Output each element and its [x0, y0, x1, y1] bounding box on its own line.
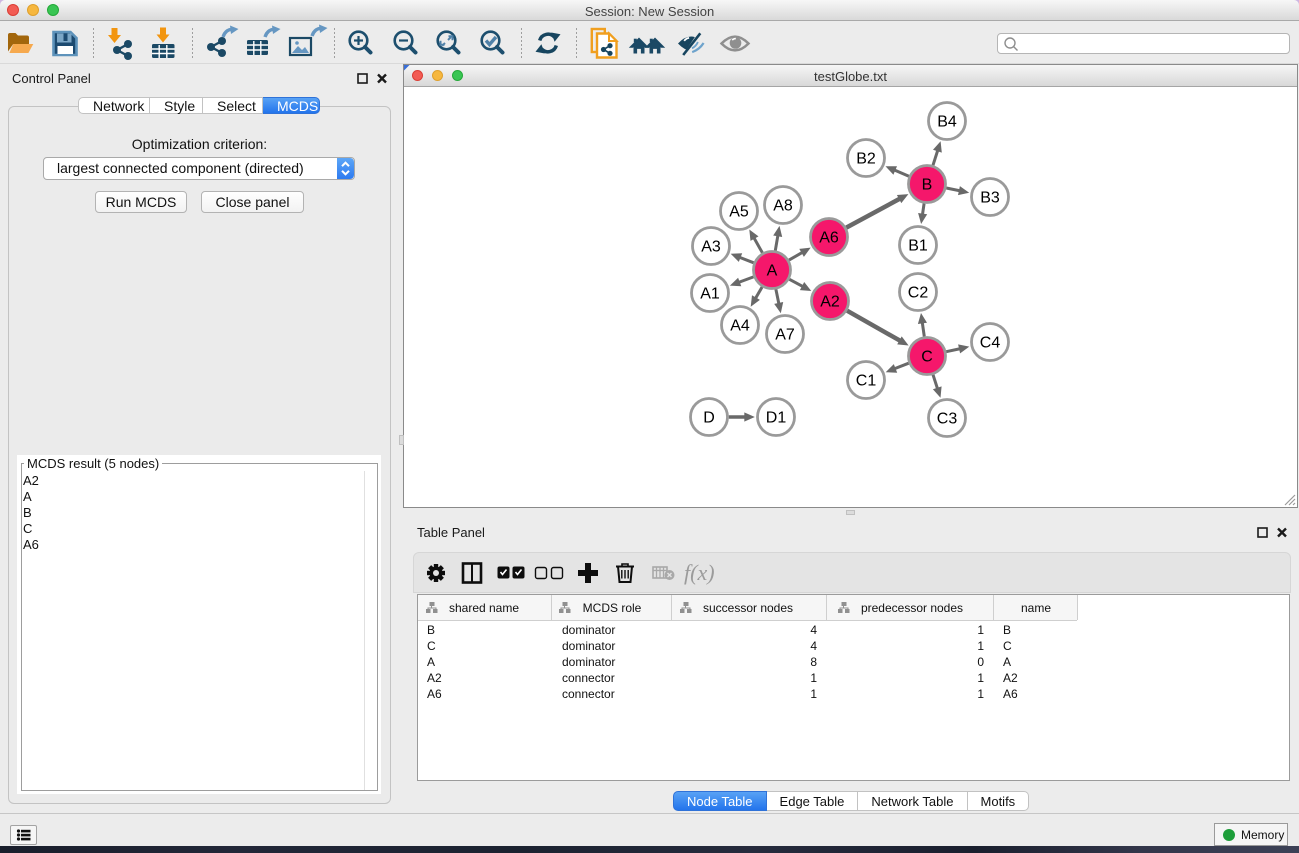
svg-text:B: B — [1003, 623, 1011, 637]
svg-text:A6: A6 — [427, 687, 442, 701]
svg-text:B1: B1 — [908, 238, 928, 255]
svg-text:successor nodes: successor nodes — [703, 601, 793, 615]
svg-text:A: A — [427, 655, 435, 669]
svg-text:B3: B3 — [980, 190, 1000, 207]
svg-text:C: C — [427, 639, 436, 653]
svg-text:shared name: shared name — [449, 601, 519, 615]
svg-text:dominator: dominator — [562, 639, 615, 653]
svg-text:A7: A7 — [775, 327, 795, 344]
svg-text:A2: A2 — [427, 671, 442, 685]
svg-text:connector: connector — [562, 671, 615, 685]
svg-text:A6: A6 — [819, 230, 839, 247]
svg-text:B: B — [427, 623, 435, 637]
svg-text:1: 1 — [977, 639, 984, 653]
svg-text:C1: C1 — [856, 373, 877, 390]
svg-text:8: 8 — [810, 655, 817, 669]
svg-text:0: 0 — [977, 655, 984, 669]
svg-text:A1: A1 — [700, 286, 720, 303]
svg-text:A2: A2 — [820, 294, 840, 311]
svg-text:predecessor nodes: predecessor nodes — [861, 601, 963, 615]
svg-text:A: A — [1003, 655, 1011, 669]
svg-text:dominator: dominator — [562, 655, 615, 669]
svg-text:C: C — [1003, 639, 1012, 653]
svg-text:A4: A4 — [730, 318, 750, 335]
svg-text:1: 1 — [810, 671, 817, 685]
svg-text:A6: A6 — [1003, 687, 1018, 701]
svg-text:1: 1 — [810, 687, 817, 701]
svg-text:4: 4 — [810, 623, 817, 637]
svg-text:A: A — [767, 263, 778, 280]
svg-text:f(x): f(x) — [684, 560, 715, 585]
svg-text:C2: C2 — [908, 285, 929, 302]
svg-text:A8: A8 — [773, 198, 793, 215]
svg-text:A5: A5 — [729, 204, 749, 221]
svg-text:dominator: dominator — [562, 623, 615, 637]
svg-text:C: C — [921, 349, 933, 366]
svg-text:1: 1 — [977, 623, 984, 637]
svg-text:name: name — [1021, 601, 1051, 615]
svg-text:B: B — [922, 177, 933, 194]
svg-text:D: D — [703, 410, 715, 427]
svg-text:4: 4 — [810, 639, 817, 653]
svg-text:1: 1 — [977, 687, 984, 701]
svg-text:B4: B4 — [937, 114, 957, 131]
svg-text:B2: B2 — [856, 151, 876, 168]
svg-text:C3: C3 — [937, 411, 958, 428]
svg-text:D1: D1 — [766, 410, 787, 427]
svg-text:A2: A2 — [1003, 671, 1018, 685]
svg-text:connector: connector — [562, 687, 615, 701]
svg-text:MCDS role: MCDS role — [583, 601, 642, 615]
svg-text:A3: A3 — [701, 239, 721, 256]
svg-text:1: 1 — [977, 671, 984, 685]
svg-text:C4: C4 — [980, 335, 1001, 352]
